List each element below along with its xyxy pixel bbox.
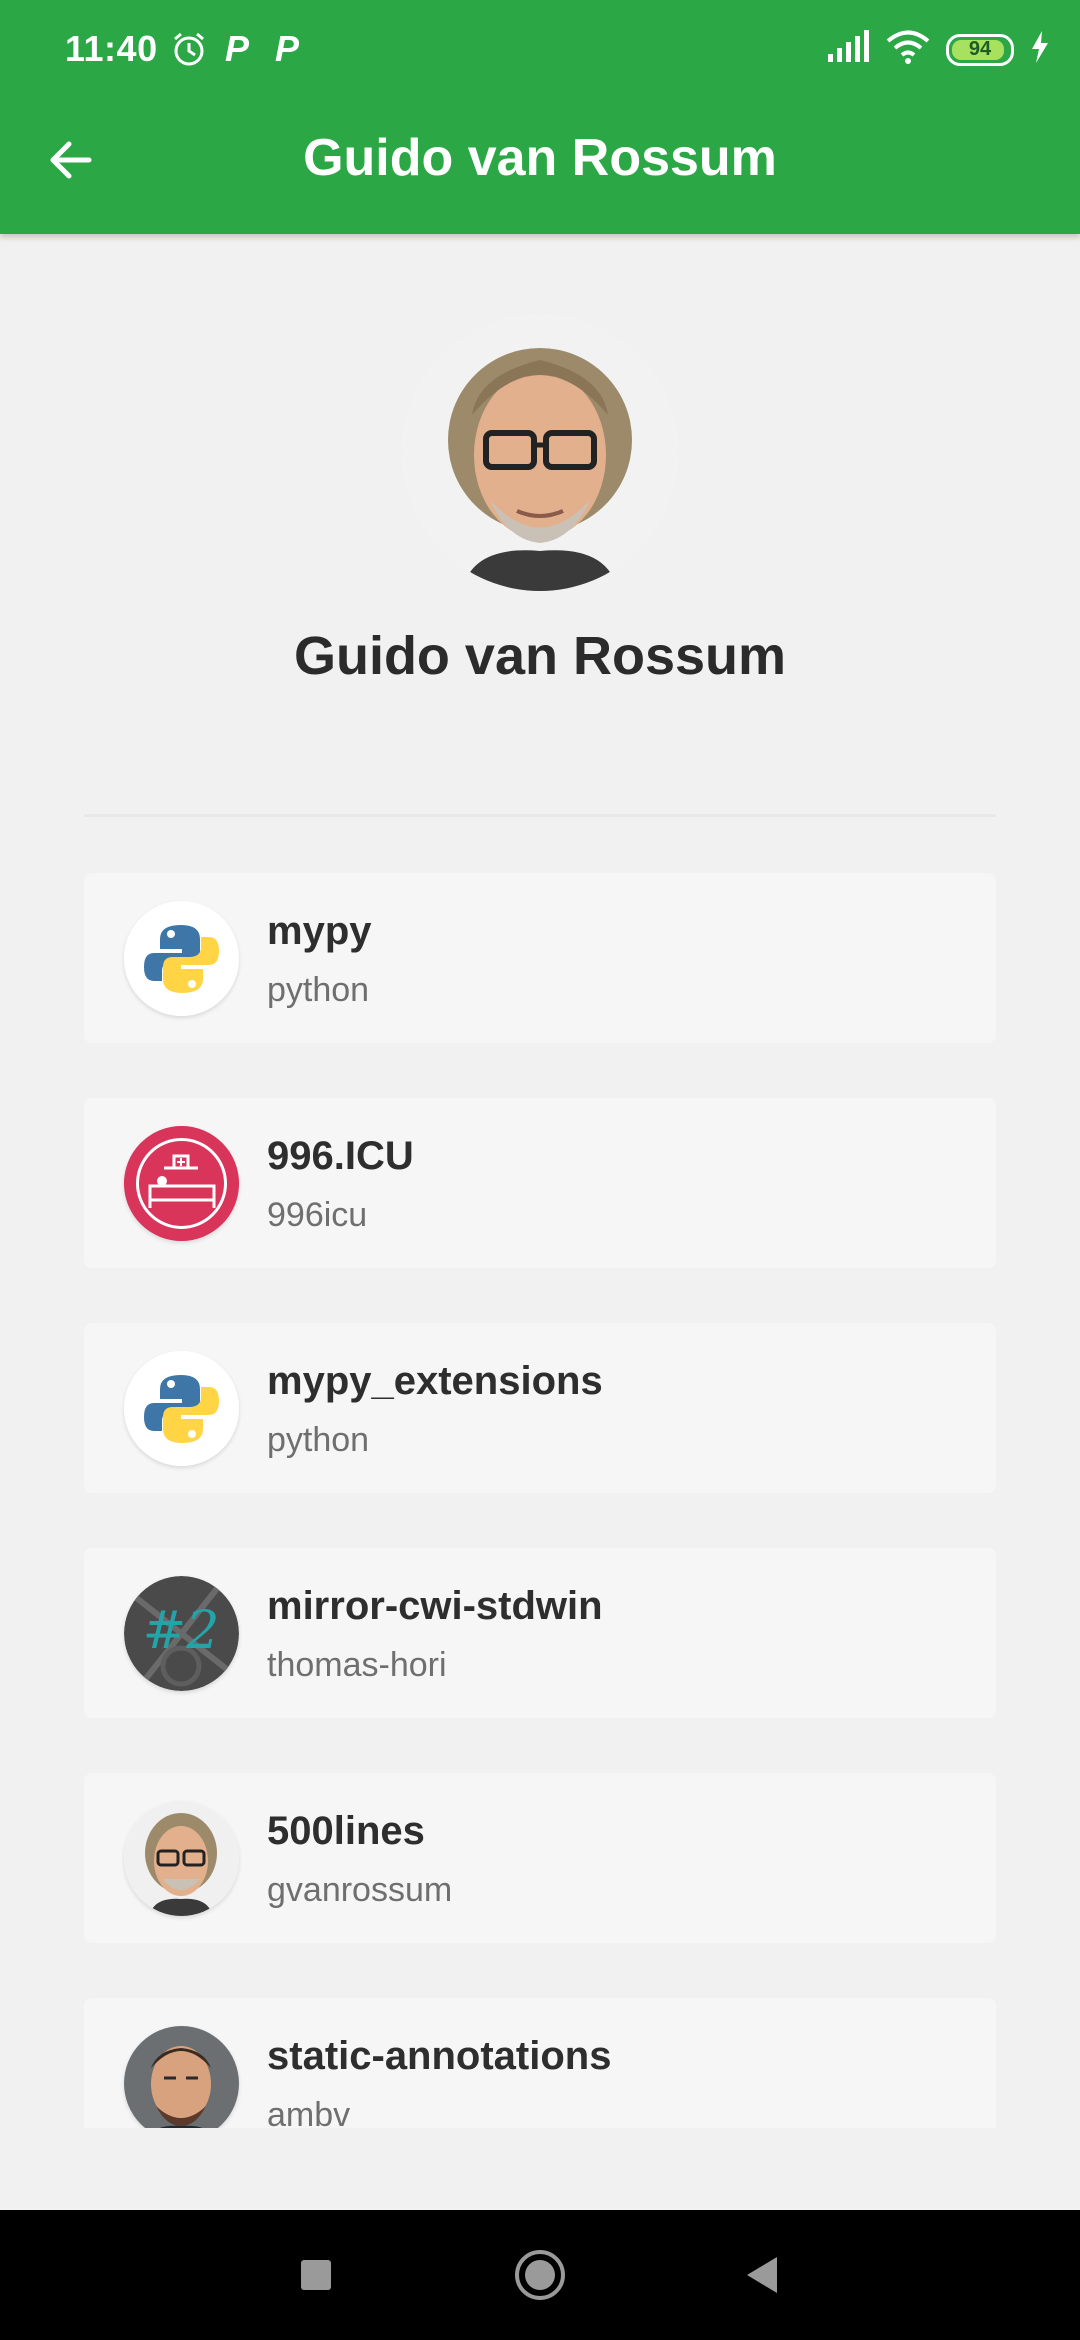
number-2-logo-icon: #2 [124,1576,239,1691]
triangle-icon [747,2257,777,2293]
status-bar: 11:40 P P 94 [0,0,1080,100]
status-time: 11:40 [65,28,158,69]
repo-card[interactable]: 996.ICU 996icu [84,1098,996,1268]
repo-card[interactable]: mypy python [84,873,996,1043]
app-bar: 11:40 P P 94 Guido van Rossum [0,0,1080,234]
person-avatar-icon [124,2026,239,2128]
repo-card[interactable]: #2 mirror-cwi-stdwin thomas-hori [84,1548,996,1718]
person-avatar-icon [124,1801,239,1916]
repo-name: mypy_extensions [267,1359,603,1403]
repo-name: static-annotations [267,2034,612,2078]
battery-level: 94 [968,38,992,60]
toolbar: Guido van Rossum [0,100,1080,234]
alarm-icon [170,30,208,73]
parking-icon: P [225,28,250,69]
repo-card[interactable]: mypy_extensions python [84,1323,996,1493]
repo-name: 996.ICU [267,1134,414,1178]
repo-owner: 996icu [267,1196,368,1234]
profile-avatar [402,315,678,591]
recents-button[interactable] [236,2210,396,2340]
nav-back-button[interactable] [682,2210,842,2340]
square-icon [301,2260,331,2290]
repo-owner: python [267,1421,370,1459]
python-logo-icon [124,1351,239,1466]
repo-owner: python [267,971,370,1009]
repo-owner: gvanrossum [267,1871,453,1909]
repo-name: mypy [267,909,372,953]
repo-name: 500lines [267,1809,425,1853]
profile-name: Guido van Rossum [293,626,787,686]
repo-owner: thomas-hori [267,1646,447,1684]
system-nav-bar [0,2210,1080,2340]
circle-icon [515,2250,565,2300]
python-logo-icon [124,901,239,1016]
divider [84,814,996,817]
996icu-logo-icon [124,1126,239,1241]
battery-icon: 94 [946,33,1014,66]
page-title: Guido van Rossum [303,129,777,187]
charging-icon [1030,31,1050,68]
signal-icon [826,30,870,69]
wifi-icon [886,30,930,69]
repo-name: mirror-cwi-stdwin [267,1584,603,1628]
repo-list[interactable]: mypy python 996.ICU 996icu mypy_extensio… [84,873,996,2128]
svg-text:#2: #2 [143,1601,220,1661]
repo-card[interactable]: static-annotations ambv [84,1998,996,2128]
repo-card[interactable]: 500lines gvanrossum [84,1773,996,1943]
home-button[interactable] [460,2210,620,2340]
parking-icon: P [275,28,300,69]
repo-owner: ambv [267,2096,351,2128]
